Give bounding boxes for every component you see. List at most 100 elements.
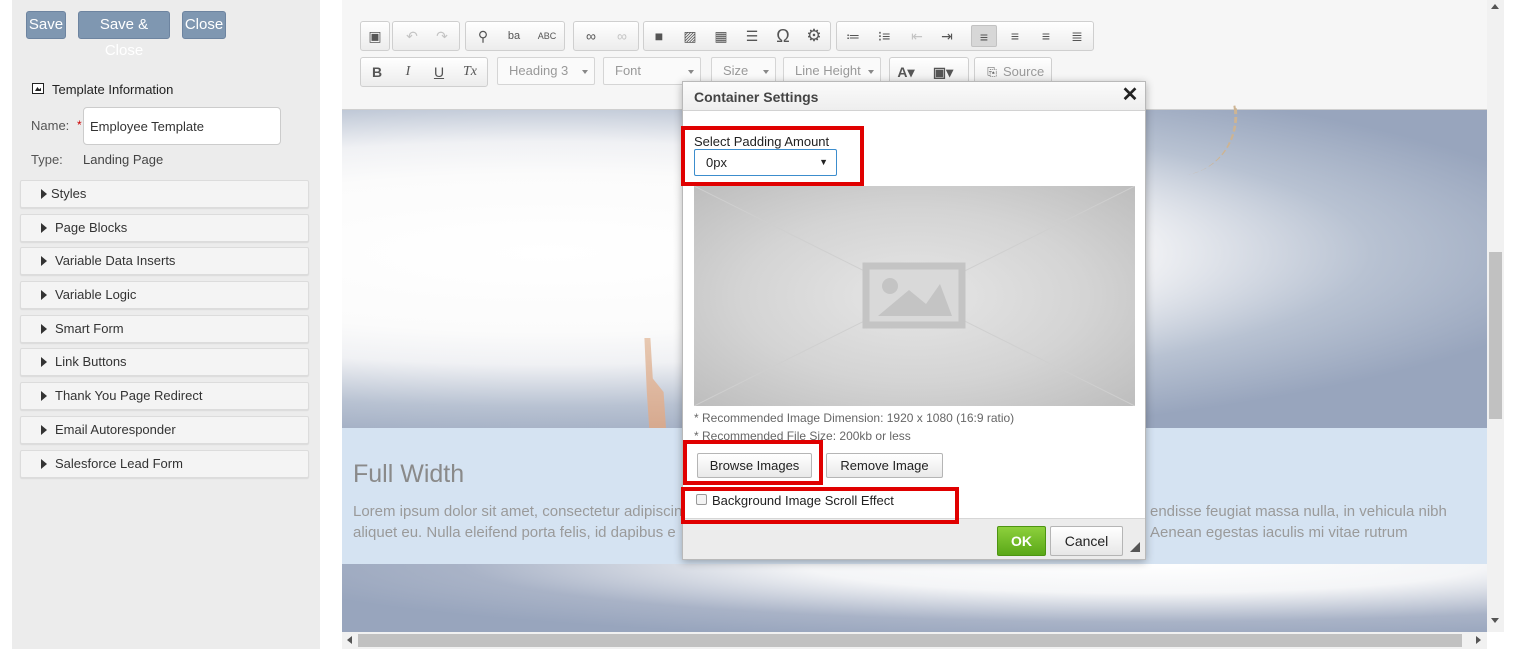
text-color-icon[interactable]: A▾: [893, 61, 919, 83]
caret-right-icon: [41, 189, 47, 199]
dialog-title: Container Settings: [694, 89, 819, 105]
image-icon: [32, 83, 44, 94]
caret-right-icon: [41, 424, 47, 435]
scroll-effect-checkbox[interactable]: [696, 494, 707, 505]
ok-button[interactable]: OK: [997, 526, 1046, 556]
save-and-close-button[interactable]: Save & Close: [78, 11, 170, 59]
close-icon[interactable]: ✕: [1120, 84, 1140, 106]
video-icon[interactable]: ■: [646, 25, 672, 47]
accordion-variable-data-inserts[interactable]: Variable Data Inserts: [20, 247, 309, 276]
redo-icon[interactable]: ↷: [429, 25, 455, 47]
bold-icon[interactable]: B: [364, 61, 390, 83]
undo-icon[interactable]: ↶: [399, 25, 425, 47]
paragraph-group: ≔ ⁝≡ ⇤ ⇥ ≡ ≡ ≡ ≣: [836, 21, 1094, 51]
italic-icon[interactable]: I: [395, 61, 421, 83]
accordion-page-blocks[interactable]: Page Blocks: [20, 213, 309, 242]
outdent-icon[interactable]: ⇤: [904, 25, 930, 47]
caret-right-icon: [41, 323, 47, 334]
caret-right-icon: [41, 391, 47, 402]
template-name-input[interactable]: [83, 107, 281, 145]
scroll-left-icon[interactable]: [347, 636, 352, 644]
accordion-label: Email Autoresponder: [55, 421, 176, 437]
resize-handle-icon[interactable]: [1130, 542, 1140, 552]
padding-label: Select Padding Amount: [694, 134, 830, 149]
unlink-icon[interactable]: ∞: [609, 25, 635, 47]
section-text-line: aliquet eu. Nulla eleifend porta felis, …: [353, 524, 676, 541]
align-right-icon[interactable]: ≡: [1033, 25, 1059, 47]
close-button[interactable]: Close: [182, 11, 226, 39]
cancel-button[interactable]: Cancel: [1050, 526, 1123, 556]
accordion-thank-you-page-redirect[interactable]: Thank You Page Redirect: [20, 382, 309, 411]
accordion-link-buttons[interactable]: Link Buttons: [20, 348, 309, 377]
history-group: ↶ ↷: [392, 21, 460, 51]
chevron-down-icon: [763, 70, 769, 74]
vertical-scroll-thumb[interactable]: [1489, 252, 1502, 419]
remove-format-icon[interactable]: Tx: [457, 61, 483, 83]
template-information-title: Template Information: [52, 82, 174, 97]
spellcheck-icon[interactable]: ABC: [534, 25, 560, 47]
accordion-label: Thank You Page Redirect: [55, 388, 203, 404]
scroll-down-icon[interactable]: [1491, 618, 1499, 623]
accordion-variable-logic[interactable]: Variable Logic: [20, 281, 309, 310]
chevron-down-icon: [868, 70, 874, 74]
padding-value: 0px: [706, 155, 727, 170]
bullet-list-icon[interactable]: ⁝≡: [871, 25, 897, 47]
required-marker: *: [77, 118, 82, 132]
caret-right-icon: [41, 357, 47, 368]
paste-icon[interactable]: ▣: [362, 25, 388, 47]
justify-icon[interactable]: ≣: [1064, 25, 1090, 47]
table-icon[interactable]: ▦: [708, 25, 734, 47]
line-height-value: Line Height: [795, 63, 861, 78]
background-color-icon[interactable]: ▣▾: [930, 61, 956, 83]
replace-icon[interactable]: ba: [501, 25, 527, 47]
align-center-icon[interactable]: ≡: [1002, 25, 1028, 47]
accordion-label: Styles: [51, 186, 87, 201]
image-icon[interactable]: ▨: [677, 25, 703, 47]
recommended-dimension-text: * Recommended Image Dimension: 1920 x 10…: [694, 411, 1015, 425]
horizontal-scroll-thumb[interactable]: [358, 634, 1462, 647]
remove-image-button[interactable]: Remove Image: [826, 453, 943, 478]
recommended-size-text: * Recommended File Size: 200kb or less: [694, 429, 911, 443]
horizontal-rule-icon[interactable]: ☰: [739, 25, 765, 47]
caret-right-icon: [41, 256, 47, 267]
save-button[interactable]: Save: [26, 11, 66, 39]
indent-icon[interactable]: ⇥: [934, 25, 960, 47]
scroll-right-icon[interactable]: [1476, 636, 1481, 644]
align-left-icon[interactable]: ≡: [971, 25, 997, 47]
special-char-icon[interactable]: Ω: [770, 25, 796, 47]
horizontal-scrollbar[interactable]: [342, 632, 1487, 649]
section-title: Full Width: [353, 460, 465, 488]
accordion-salesforce-lead-form[interactable]: Salesforce Lead Form: [20, 449, 309, 478]
clipboard-group: ▣: [360, 21, 390, 51]
source-button[interactable]: Source: [1003, 64, 1044, 79]
browse-images-button[interactable]: Browse Images: [697, 453, 812, 478]
vertical-scrollbar[interactable]: [1487, 0, 1504, 632]
numbered-list-icon[interactable]: ≔: [840, 25, 866, 47]
accordion-label: Variable Data Inserts: [55, 253, 176, 269]
settings-icon[interactable]: ⚙: [801, 25, 827, 47]
scroll-effect-label: Background Image Scroll Effect: [712, 493, 894, 508]
find-group: ⚲ ba ABC: [465, 21, 565, 51]
link-icon[interactable]: ∞: [578, 25, 604, 47]
format-dropdown[interactable]: Heading 3: [497, 57, 595, 85]
image-placeholder-icon: [694, 186, 1135, 406]
dialog-header[interactable]: Container Settings ✕: [683, 82, 1145, 111]
type-label: Type:: [31, 152, 63, 167]
accordion-styles[interactable]: Styles: [20, 180, 309, 208]
find-icon[interactable]: ⚲: [470, 25, 496, 47]
dialog-footer: OK Cancel: [683, 518, 1145, 559]
hero-image-bottom: [342, 564, 1487, 632]
caret-right-icon: [41, 222, 47, 233]
padding-select[interactable]: 0px ▼: [694, 149, 837, 176]
caret-right-icon: [41, 458, 47, 469]
section-text-line: endisse feugiat massa nulla, in vehicula…: [1150, 503, 1447, 520]
scroll-up-icon[interactable]: [1491, 4, 1499, 9]
background-image-preview: [694, 186, 1135, 406]
underline-icon[interactable]: U: [426, 61, 452, 83]
chevron-down-icon: [582, 70, 588, 74]
accordion-email-autoresponder[interactable]: Email Autoresponder: [20, 415, 309, 444]
container-settings-dialog: Container Settings ✕ Select Padding Amou…: [682, 81, 1146, 560]
accordion-smart-form[interactable]: Smart Form: [20, 314, 309, 343]
insert-group: ■ ▨ ▦ ☰ Ω ⚙: [643, 21, 831, 51]
accordion-label: Page Blocks: [55, 219, 128, 235]
